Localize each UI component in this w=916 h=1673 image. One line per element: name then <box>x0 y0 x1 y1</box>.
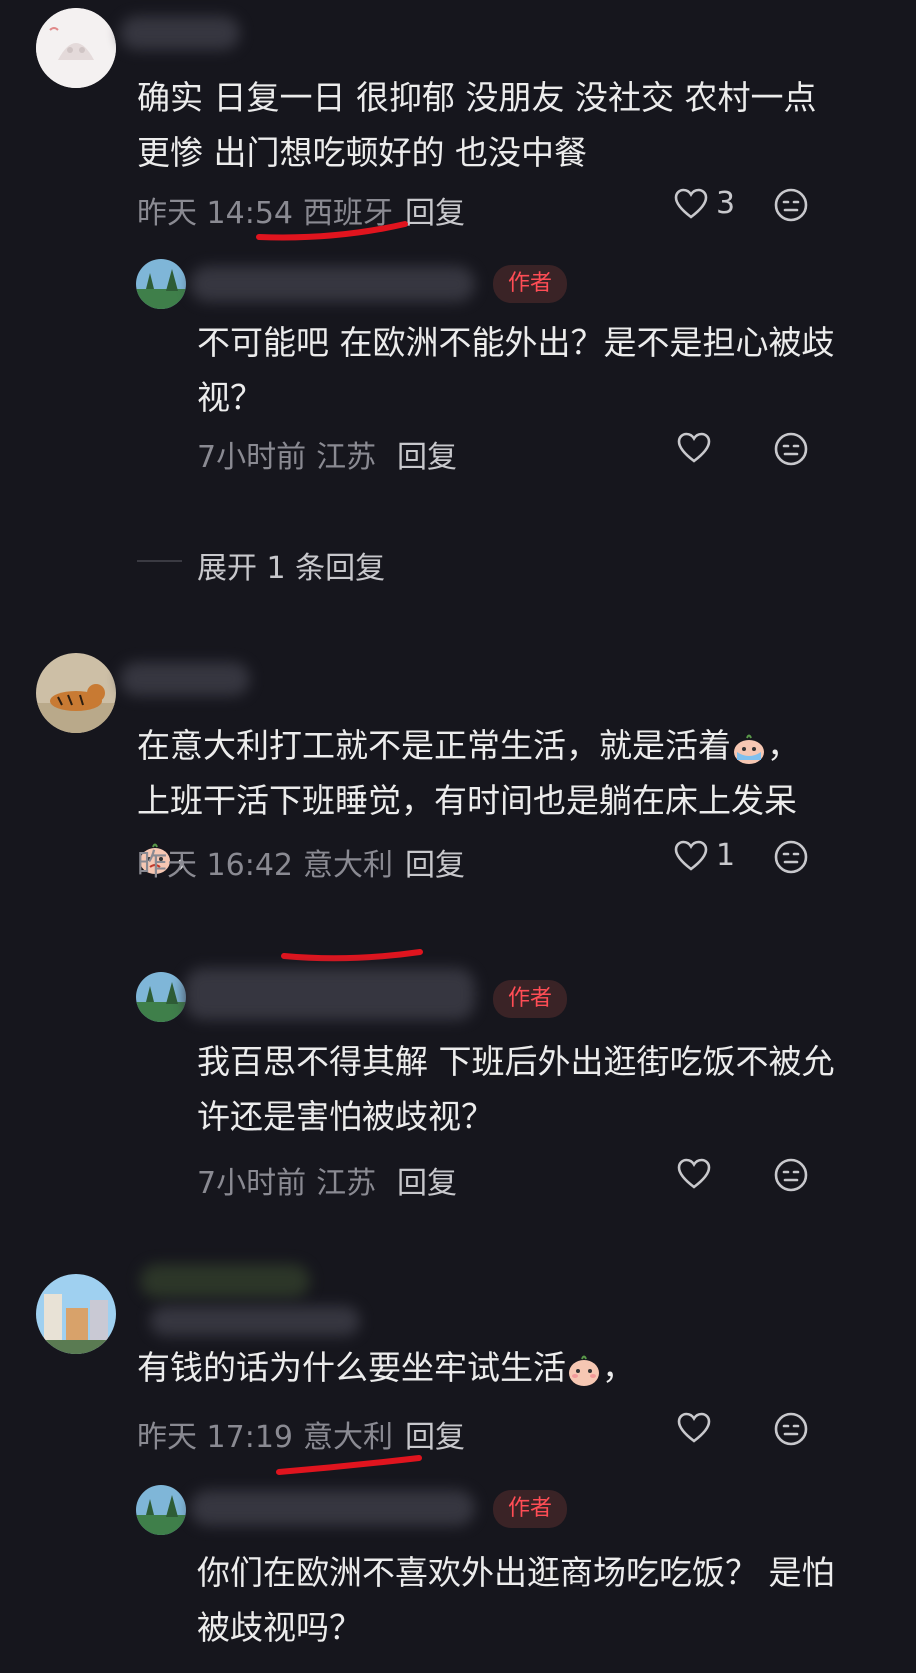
meh-face-icon[interactable] <box>774 1412 808 1446</box>
commenter-name-blurred[interactable] <box>140 1264 310 1298</box>
reply-meta: 7小时前 江苏 <box>197 1158 376 1202</box>
reply-text: 你们在欧洲不喜欢外出逛商场吃吃饭？ 是怕被歧视吗？ <box>197 1553 835 1647</box>
comment-text-punct: ， <box>767 726 800 765</box>
red-underline-annotation <box>256 221 408 241</box>
commenter-avatar[interactable] <box>36 8 116 88</box>
comment-time: 昨天 17:19 <box>137 1420 293 1455</box>
comment-meta: 昨天 16:42 意大利 <box>137 840 393 884</box>
reply-text: 不可能吧 在欧洲不能外出？是不是担心被歧视？ <box>197 323 835 417</box>
commenter-name-blurred[interactable] <box>120 662 250 696</box>
author-avatar[interactable] <box>136 972 186 1022</box>
author-badge: 作者 <box>493 265 568 303</box>
reply-text: 我百思不得其解 下班后外出逛街吃饭不被允许还是害怕被歧视？ <box>197 1042 835 1136</box>
heart-outline-icon[interactable] <box>677 1412 711 1444</box>
comment-text: 确实 日复一日 很抑郁 没朋友 没社交 农村一点更惨 出门想吃顿好的 也没中餐 <box>137 78 817 172</box>
commenter-name-blurred[interactable] <box>120 16 240 50</box>
comment-text-line: 上班干活下班睡觉，有时间也是躺在床上发呆 <box>137 781 797 820</box>
reply-location: 江苏 <box>316 1166 377 1201</box>
author-avatar[interactable] <box>136 259 186 309</box>
reply-time: 7小时前 <box>197 1166 307 1201</box>
comment-time: 昨天 16:42 <box>137 848 293 883</box>
meh-face-icon[interactable] <box>774 188 808 222</box>
expand-divider <box>137 560 182 562</box>
author-badge: 作者 <box>493 980 568 1018</box>
heart-outline-icon[interactable] <box>677 432 711 464</box>
like-button[interactable]: 3 <box>674 186 735 221</box>
smile-emoji-icon <box>569 1355 599 1386</box>
commenter-name-blurred[interactable] <box>150 1306 360 1336</box>
author-name-blurred[interactable] <box>190 1490 475 1526</box>
author-name-blurred[interactable] <box>190 266 475 302</box>
comment-text-line: 在意大利打工就不是正常生活，就是活着 <box>137 726 731 765</box>
author-avatar[interactable] <box>136 1485 186 1535</box>
reply-button[interactable]: 回复 <box>397 432 457 476</box>
comment-location: 意大利 <box>303 1420 393 1455</box>
reply-location: 江苏 <box>316 440 377 475</box>
commenter-avatar[interactable] <box>36 653 116 733</box>
red-underline-annotation <box>276 1455 422 1475</box>
meh-face-icon[interactable] <box>774 432 808 466</box>
heart-outline-icon <box>674 188 708 219</box>
comment-meta: 昨天 17:19 意大利 <box>137 1412 393 1456</box>
commenter-avatar[interactable] <box>36 1274 116 1354</box>
like-button[interactable]: 1 <box>674 838 735 873</box>
meh-face-icon[interactable] <box>774 840 808 874</box>
like-count: 3 <box>716 186 736 221</box>
expand-replies-button[interactable]: 展开 1 条回复 <box>197 543 385 587</box>
crying-emoji-icon <box>734 734 764 764</box>
reply-time: 7小时前 <box>197 440 307 475</box>
red-underline-annotation <box>281 949 423 962</box>
meh-face-icon[interactable] <box>774 1158 808 1192</box>
reply-button[interactable]: 回复 <box>405 1412 465 1456</box>
author-badge: 作者 <box>493 1490 568 1528</box>
reply-button[interactable]: 回复 <box>397 1158 457 1202</box>
heart-outline-icon <box>674 840 708 871</box>
reply-button[interactable]: 回复 <box>405 840 465 884</box>
reply-meta: 7小时前 江苏 <box>197 432 376 476</box>
comment-location: 意大利 <box>303 848 393 883</box>
like-count: 1 <box>716 838 736 873</box>
comment-text-line: 有钱的话为什么要坐牢试生活 <box>137 1348 566 1387</box>
reply-button[interactable]: 回复 <box>405 188 465 232</box>
author-name-blurred[interactable] <box>185 968 475 1020</box>
heart-outline-icon[interactable] <box>677 1158 711 1190</box>
comment-text: 有钱的话为什么要坐牢试生活 ， <box>137 1340 877 1395</box>
comment-text-punct: ， <box>602 1348 635 1387</box>
